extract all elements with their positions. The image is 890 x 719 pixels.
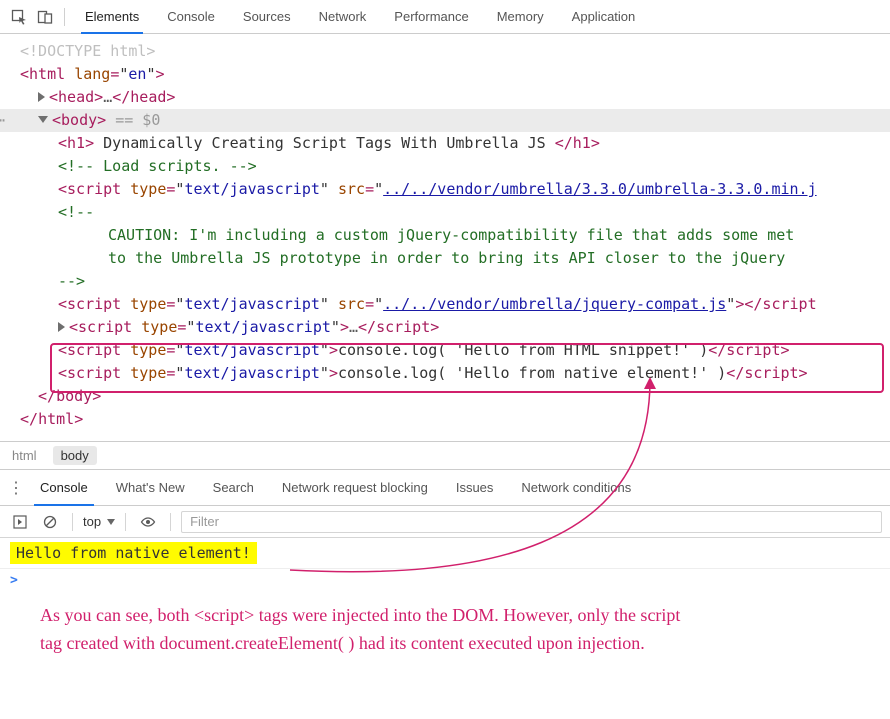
drawer-tabs: ⋮ Console What's New Search Network requ…	[0, 470, 890, 506]
tab-console[interactable]: Console	[153, 0, 229, 33]
html-close-node[interactable]: </html>	[0, 408, 890, 431]
devtools-toolbar: Elements Console Sources Network Perform…	[0, 0, 890, 34]
comment-close[interactable]: -->	[0, 270, 890, 293]
expand-arrow-icon[interactable]	[38, 92, 45, 102]
tab-sources[interactable]: Sources	[229, 0, 305, 33]
console-log-text: Hello from native element!	[10, 542, 257, 564]
comment-caution-1[interactable]: CAUTION: I'm including a custom jQuery-c…	[0, 224, 890, 247]
script-node-2[interactable]: <script type="text/javascript" src="../.…	[0, 293, 890, 316]
drawer-tab-search[interactable]: Search	[199, 470, 268, 505]
drawer-tab-whats-new[interactable]: What's New	[102, 470, 199, 505]
tab-elements[interactable]: Elements	[71, 0, 153, 33]
toolbar-separator	[72, 513, 73, 531]
elements-panel[interactable]: <!DOCTYPE html> <html lang="en"> <head>……	[0, 34, 890, 442]
comment-load[interactable]: <!-- Load scripts. -->	[0, 155, 890, 178]
doctype-node[interactable]: <!DOCTYPE html>	[0, 40, 890, 63]
clear-console-icon[interactable]	[38, 510, 62, 534]
comment-caution-2[interactable]: to the Umbrella JS prototype in order to…	[0, 247, 890, 270]
annotation-text: As you can see, both <script> tags were …	[0, 592, 890, 688]
drawer-tab-console[interactable]: Console	[26, 470, 102, 505]
drawer-tab-blocking[interactable]: Network request blocking	[268, 470, 442, 505]
scope-label: top	[83, 514, 101, 529]
console-run-icon[interactable]	[8, 510, 32, 534]
console-log-line[interactable]: Hello from native element!	[0, 538, 890, 569]
annotation-line: As you can see, both <script> tags were …	[40, 602, 850, 630]
head-node[interactable]: <head>…</head>	[0, 86, 890, 109]
expand-arrow-icon[interactable]	[58, 322, 65, 332]
console-prompt[interactable]: >	[0, 569, 890, 592]
drawer-tab-issues[interactable]: Issues	[442, 470, 508, 505]
annotation-line: tag created with document.createElement(…	[40, 630, 850, 658]
body-open-node[interactable]: ⋯<body> == $0	[0, 109, 890, 132]
toolbar-separator	[64, 8, 65, 26]
inspect-icon[interactable]	[8, 6, 30, 28]
live-expression-icon[interactable]	[136, 510, 160, 534]
tab-network[interactable]: Network	[305, 0, 381, 33]
panel-tabs: Elements Console Sources Network Perform…	[71, 0, 649, 33]
drawer-tab-conditions[interactable]: Network conditions	[507, 470, 645, 505]
comment-open[interactable]: <!--	[0, 201, 890, 224]
chevron-down-icon	[107, 519, 115, 525]
script-node-5[interactable]: <script type="text/javascript">console.l…	[0, 362, 890, 385]
drawer-menu-icon[interactable]: ⋮	[6, 478, 26, 498]
crumb-html[interactable]: html	[12, 448, 37, 463]
body-close-node[interactable]: </body>	[0, 385, 890, 408]
h1-node[interactable]: <h1> Dynamically Creating Script Tags Wi…	[0, 132, 890, 155]
html-open-node[interactable]: <html lang="en">	[0, 63, 890, 86]
script-node-3[interactable]: <script type="text/javascript">…</script…	[0, 316, 890, 339]
script-node-1[interactable]: <script type="text/javascript" src="../.…	[0, 178, 890, 201]
tab-application[interactable]: Application	[558, 0, 650, 33]
execution-context-selector[interactable]: top	[83, 514, 115, 529]
script-node-4[interactable]: <script type="text/javascript">console.l…	[0, 339, 890, 362]
console-body: Hello from native element! >	[0, 538, 890, 592]
crumb-body[interactable]: body	[53, 446, 97, 465]
toolbar-separator	[170, 513, 171, 531]
device-toggle-icon[interactable]	[34, 6, 56, 28]
tab-performance[interactable]: Performance	[380, 0, 482, 33]
console-toolbar: top	[0, 506, 890, 538]
tab-memory[interactable]: Memory	[483, 0, 558, 33]
breadcrumb: html body	[0, 442, 890, 470]
collapse-arrow-icon[interactable]	[38, 116, 48, 123]
console-filter-input[interactable]	[181, 511, 882, 533]
selection-gutter-icon: ⋯	[0, 109, 3, 132]
toolbar-separator	[125, 513, 126, 531]
